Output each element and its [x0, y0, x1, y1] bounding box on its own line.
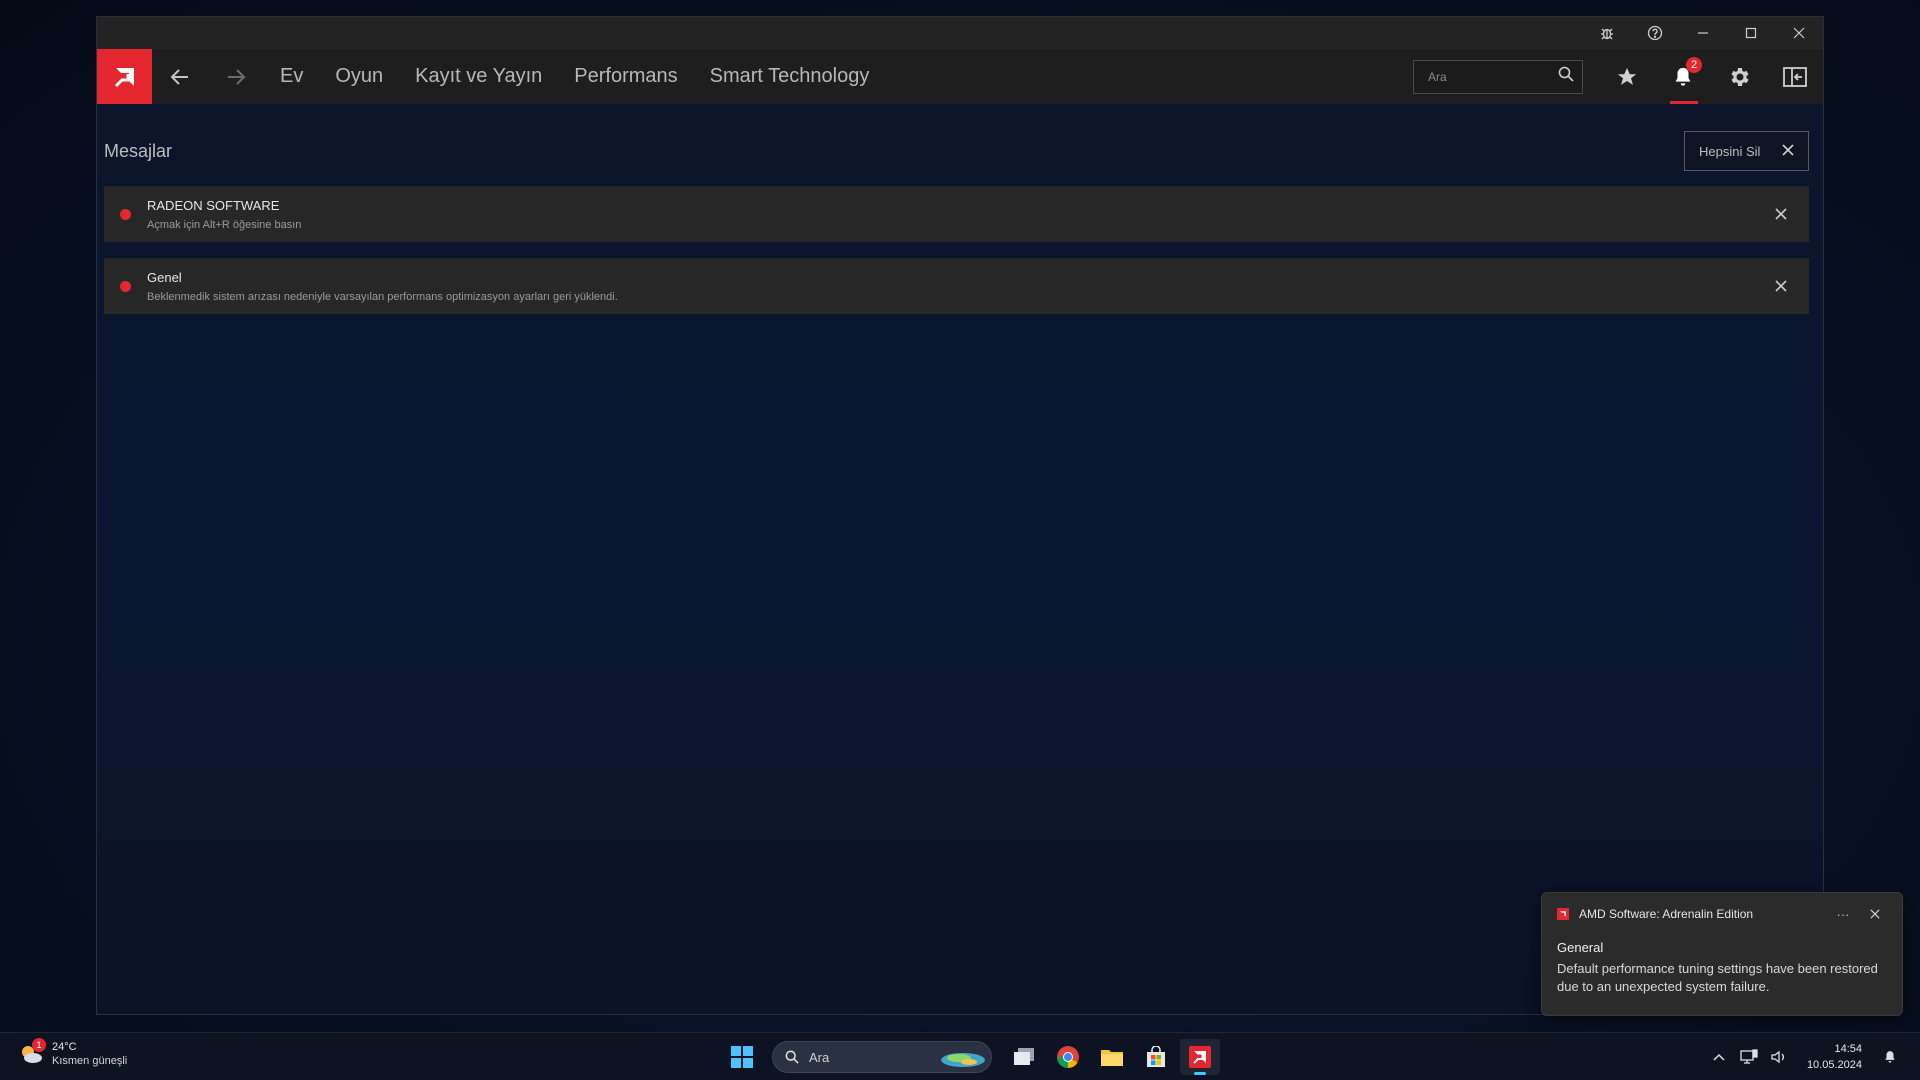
message-list: RADEON SOFTWARE Açmak için Alt+R öğesine…: [104, 186, 1809, 314]
page-title: Mesajlar: [104, 140, 173, 161]
dismiss-message-button[interactable]: [1753, 186, 1809, 242]
chrome-icon[interactable]: [1048, 1039, 1088, 1075]
nav-link-record-stream[interactable]: Kayıt ve Yayın: [399, 49, 558, 104]
weather-widget[interactable]: 1 24°C Kısmen güneşli: [18, 1038, 127, 1067]
message-texts: RADEON SOFTWARE Açmak için Alt+R öğesine…: [147, 198, 1753, 231]
nav-link-home[interactable]: Ev: [264, 49, 319, 104]
minimize-icon[interactable]: [1679, 17, 1727, 49]
message-title: RADEON SOFTWARE: [147, 197, 280, 213]
notification-bell-icon[interactable]: [1878, 1042, 1902, 1072]
amd-app-icon: [1557, 908, 1569, 920]
sidebar-panel-icon[interactable]: [1767, 49, 1823, 104]
chevron-up-icon[interactable]: [1707, 1042, 1731, 1072]
more-options-icon[interactable]: ···: [1823, 907, 1863, 922]
file-explorer-icon[interactable]: [1092, 1039, 1132, 1075]
message-texts: Genel Beklenmedik sistem arızası nedeniy…: [147, 270, 1753, 303]
unread-indicator: [120, 280, 131, 292]
windows-start-icon[interactable]: [722, 1039, 762, 1075]
nav-link-gaming[interactable]: Oyun: [319, 49, 399, 104]
clear-all-button[interactable]: Hepsini Sil: [1684, 131, 1809, 171]
clock-date: 10.05.2024: [1806, 1059, 1862, 1071]
close-icon[interactable]: [1863, 909, 1887, 919]
nav-right-group: 2: [1413, 49, 1823, 104]
settings-gear-icon[interactable]: [1711, 49, 1767, 104]
partly-sunny-icon: 1: [18, 1038, 46, 1067]
taskbar-search-label: Ara: [809, 1049, 830, 1065]
search-icon: [785, 1050, 799, 1064]
search-box[interactable]: [1413, 59, 1583, 94]
favorites-star-icon[interactable]: [1599, 49, 1655, 104]
dismiss-message-button[interactable]: [1753, 258, 1809, 314]
back-arrow-icon[interactable]: [152, 49, 208, 104]
toast-title: General: [1557, 940, 1604, 955]
search-highlight-icon: [941, 1053, 985, 1067]
messages-header: Mesajlar Hepsini Sil: [104, 116, 1809, 186]
nav-link-smart-technology[interactable]: Smart Technology: [694, 49, 886, 104]
unread-indicator: [120, 208, 131, 220]
toast-app-name: AMD Software: Adrenalin Edition: [1579, 907, 1754, 921]
messages-page: Mesajlar Hepsini Sil RADEON SOFTWARE Açm…: [97, 116, 1823, 314]
title-bar: [97, 17, 1823, 49]
message-title: Genel: [147, 269, 182, 285]
clear-all-label: Hepsini Sil: [1699, 143, 1761, 159]
toast-notification[interactable]: AMD Software: Adrenalin Edition ··· Gene…: [1541, 892, 1903, 1016]
message-description: Beklenmedik sistem arızası nedeniyle var…: [147, 290, 618, 303]
task-view-icon[interactable]: [1004, 1039, 1044, 1075]
search-icon[interactable]: [1558, 66, 1574, 87]
help-icon[interactable]: [1631, 17, 1679, 49]
close-icon[interactable]: [1775, 17, 1823, 49]
close-icon: [1775, 208, 1787, 220]
forward-arrow-icon[interactable]: [208, 49, 264, 104]
toast-body: Default performance tuning settings have…: [1557, 961, 1878, 994]
message-description: Açmak için Alt+R öğesine basın: [147, 218, 302, 231]
app-window: Ev Oyun Kayıt ve Yayın Performans Smart …: [96, 16, 1824, 1015]
system-tray: 14:54 10.05.2024: [1701, 1041, 1902, 1073]
network-icon[interactable]: [1737, 1042, 1761, 1072]
microsoft-store-icon[interactable]: [1136, 1039, 1176, 1075]
weather-description: Kısmen güneşli: [52, 1055, 128, 1067]
close-icon: [1775, 280, 1787, 292]
maximize-icon[interactable]: [1727, 17, 1775, 49]
weather-text: 24°C Kısmen güneşli: [52, 1041, 127, 1067]
clock[interactable]: 14:54 10.05.2024: [1807, 1041, 1862, 1073]
message-card[interactable]: Genel Beklenmedik sistem arızası nedeniy…: [104, 258, 1809, 314]
amd-software-icon[interactable]: [1180, 1039, 1220, 1075]
close-icon: [1782, 143, 1794, 159]
windows-taskbar: 1 24°C Kısmen güneşli Ara 14:54 10.05.20…: [0, 1032, 1920, 1080]
search-input[interactable]: [1428, 69, 1558, 84]
weather-temperature: 24°C: [52, 1041, 77, 1053]
notifications-bell-icon[interactable]: 2: [1655, 49, 1711, 104]
top-navigation: Ev Oyun Kayıt ve Yayın Performans Smart …: [97, 49, 1823, 104]
nav-link-performance[interactable]: Performans: [558, 49, 693, 104]
clock-time: 14:54: [1834, 1043, 1862, 1055]
bug-report-icon[interactable]: [1583, 17, 1631, 49]
weather-badge: 1: [32, 1038, 46, 1052]
volume-icon[interactable]: [1767, 1042, 1791, 1072]
amd-logo-icon[interactable]: [97, 49, 152, 104]
taskbar-center: Ara: [722, 1039, 1224, 1075]
message-card[interactable]: RADEON SOFTWARE Açmak için Alt+R öğesine…: [104, 186, 1809, 242]
toast-header: AMD Software: Adrenalin Edition ···: [1557, 905, 1887, 923]
notification-count-badge: 2: [1686, 57, 1702, 73]
taskbar-search[interactable]: Ara: [772, 1041, 992, 1073]
